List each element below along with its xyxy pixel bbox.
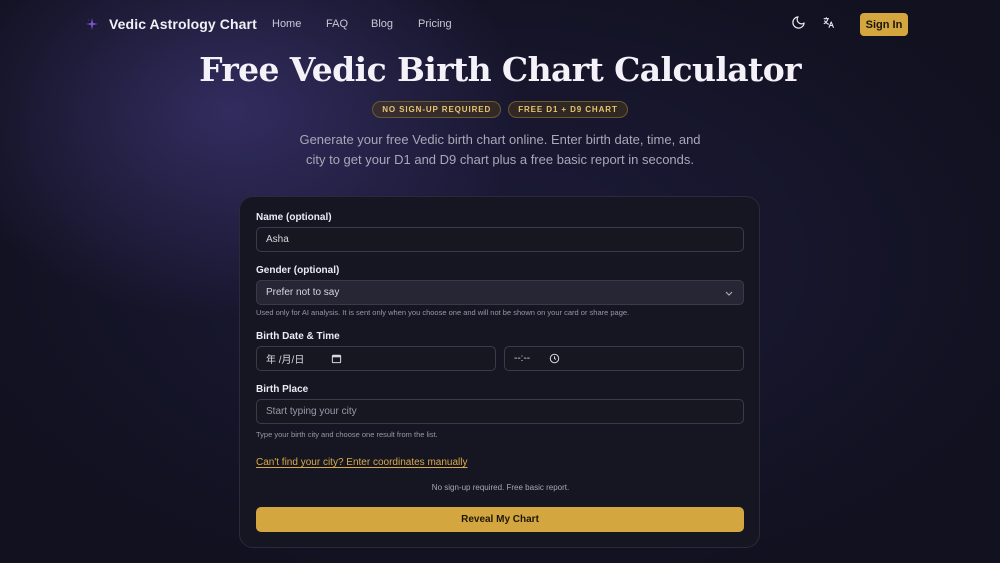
clock-icon [549, 353, 560, 367]
feature-badges: NO SIGN-UP REQUIRED FREE D1 + D9 CHART [0, 101, 1000, 118]
birth-chart-form: Name (optional) Gender (optional) Prefer… [239, 196, 760, 548]
translate-icon [822, 16, 835, 34]
birth-time-field[interactable]: --:-- [504, 346, 744, 371]
no-signup-note: No sign-up required. Free basic report. [431, 483, 570, 492]
gender-hint: Used only for AI analysis. It is sent on… [256, 308, 630, 317]
page-title: Free Vedic Birth Chart Calculator [199, 50, 801, 89]
birth-time-placeholder: --:-- [514, 353, 531, 364]
birth-place-field[interactable] [256, 399, 744, 424]
gender-select[interactable]: Prefer not to say [256, 280, 744, 305]
badge-no-signup: NO SIGN-UP REQUIRED [372, 101, 502, 118]
calendar-icon [331, 353, 342, 367]
reveal-chart-button[interactable]: Reveal My Chart [256, 507, 744, 532]
gender-selected-value: Prefer not to say [266, 287, 340, 298]
birth-place-input[interactable] [266, 406, 743, 417]
birth-place-hint: Type your birth city and choose one resu… [256, 430, 438, 439]
nav-link-home[interactable]: Home [272, 18, 301, 30]
top-navbar: Vedic Astrology Chart Home FAQ Blog Pric… [0, 0, 1000, 50]
nav-link-pricing[interactable]: Pricing [418, 18, 452, 30]
chevron-down-icon [724, 288, 734, 301]
name-label: Name (optional) [256, 212, 332, 223]
birth-datetime-label: Birth Date & Time [256, 331, 340, 342]
birth-date-field[interactable]: 年 /月/日 [256, 346, 496, 371]
birth-date-placeholder: 年 /月/日 [266, 355, 305, 366]
name-field[interactable] [256, 227, 744, 252]
hero-subtitle: Generate your free Vedic birth chart onl… [299, 132, 701, 167]
gender-label: Gender (optional) [256, 265, 340, 276]
badge-free-chart: FREE D1 + D9 CHART [508, 101, 628, 118]
theme-toggle-button[interactable] [787, 14, 809, 36]
name-input[interactable] [266, 234, 743, 245]
nav-link-blog[interactable]: Blog [371, 18, 393, 30]
language-button[interactable] [817, 14, 839, 36]
brand-name: Vedic Astrology Chart [109, 16, 257, 32]
sign-in-button[interactable]: Sign In [860, 13, 908, 36]
sparkle-logo-icon [85, 16, 99, 32]
birth-place-label: Birth Place [256, 384, 309, 395]
brand-logo[interactable]: Vedic Astrology Chart [85, 16, 257, 32]
moon-icon [791, 15, 806, 35]
manual-coordinates-link[interactable]: Can't find your city? Enter coordinates … [256, 457, 467, 468]
nav-link-faq[interactable]: FAQ [326, 18, 348, 30]
